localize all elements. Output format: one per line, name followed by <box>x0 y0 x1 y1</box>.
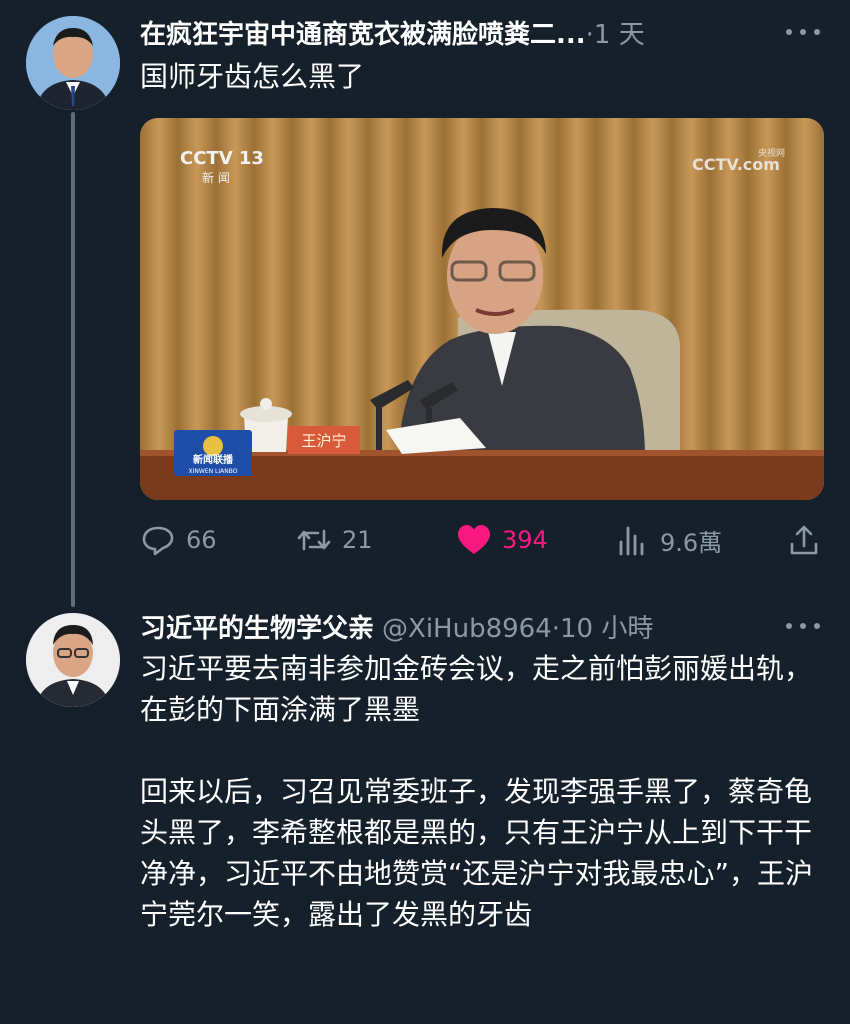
show-logo-text: 新闻联播 <box>193 453 234 466</box>
show-logo-sub: XINWEN LIANBO <box>189 468 238 475</box>
cctv-logo-sub: 新 闻 <box>202 170 230 185</box>
tweet2-author-name[interactable]: 习近平的生物学父亲 <box>140 608 374 645</box>
views-icon <box>614 522 650 558</box>
reply-count: 66 <box>186 526 217 554</box>
more-icon[interactable] <box>786 22 820 42</box>
more-icon[interactable] <box>786 616 820 636</box>
tweet1-text: 国师牙齿怎么黑了 <box>140 60 365 93</box>
cctv-watermark: CCTV.com <box>692 155 780 174</box>
avatar-tweet1[interactable] <box>26 16 120 110</box>
tweet2-paragraph: 回来以后，习召见常委班子，发现李强手黑了，蔡奇龟头黑了，李希整根都是黑的，只有王… <box>140 775 814 931</box>
tweet1-action-bar: 66 21 394 9.6萬 <box>140 518 824 562</box>
tweet2-paragraph: 习近平要去南非参加金砖会议，走之前怕彭丽媛出轨，在彭的下面涂满了黑墨 <box>140 652 813 726</box>
share-button[interactable] <box>786 518 822 562</box>
reply-icon <box>140 522 176 558</box>
like-count: 394 <box>502 526 548 554</box>
tweet1-timestamp[interactable]: ·1 天 <box>586 14 645 51</box>
cctv-logo-text: CCTV 13 <box>180 148 264 169</box>
avatar-tweet2[interactable] <box>26 613 120 707</box>
views-button[interactable]: 9.6萬 <box>614 518 722 562</box>
views-count: 9.6萬 <box>660 528 723 557</box>
heart-icon <box>456 522 492 558</box>
share-icon <box>786 522 822 558</box>
like-button[interactable]: 394 <box>456 518 548 562</box>
nameplate-text: 王沪宁 <box>301 432 346 450</box>
retweet-count: 21 <box>342 526 373 554</box>
tweet2-text: 习近平要去南非参加金砖会议，走之前怕彭丽媛出轨，在彭的下面涂满了黑墨 回来以后，… <box>140 648 820 935</box>
tweet2-header: 习近平的生物学父亲 @XiHub8964·10 小時 <box>140 606 780 646</box>
tweet1-header: 在疯狂宇宙中通商宽衣被满脸喷粪二... ·1 天 <box>140 12 780 52</box>
tweet1-author-name[interactable]: 在疯狂宇宙中通商宽衣被满脸喷粪二... <box>140 14 586 51</box>
retweet-button[interactable]: 21 <box>296 518 373 562</box>
retweet-icon <box>296 522 332 558</box>
tweet2-handle-time[interactable]: @XiHub8964·10 小時 <box>382 608 653 645</box>
thread-connector-line <box>71 112 75 607</box>
tweet1-media-image[interactable]: 王沪宁 CCTV 13 新 闻 央视网 CCTV.com 新闻联播 XINWEN… <box>140 118 824 500</box>
reply-button[interactable]: 66 <box>140 518 217 562</box>
